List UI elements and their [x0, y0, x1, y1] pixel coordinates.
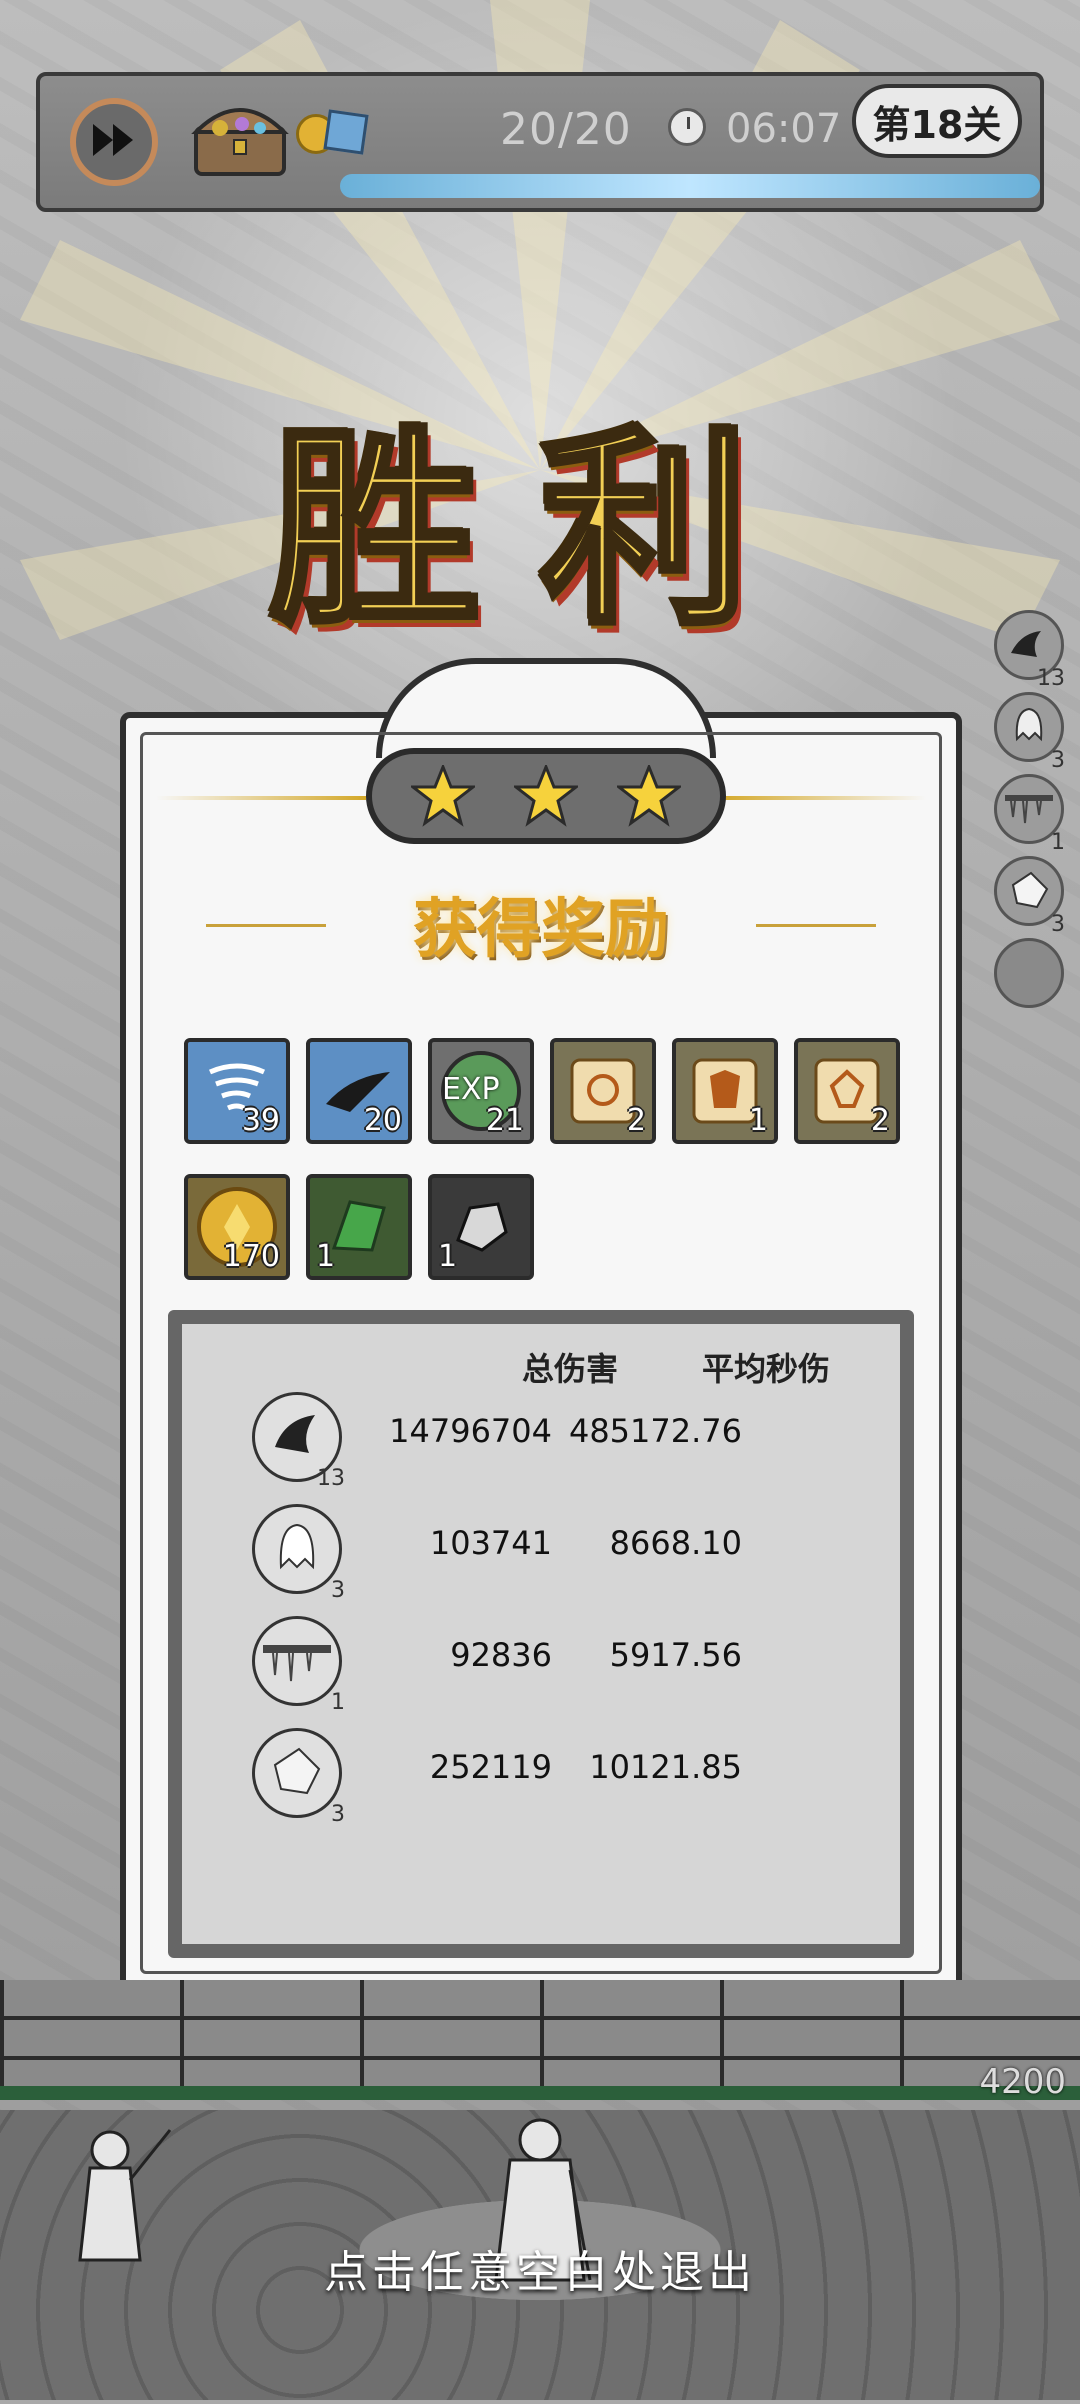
- exp-orb-icon[interactable]: EXP 21: [428, 1038, 534, 1144]
- total-damage: 14796704: [389, 1412, 552, 1450]
- wall-hp-value: 4200: [979, 2062, 1066, 2102]
- table-row: 1 92836 5917.56: [182, 1616, 902, 1716]
- average-dps: 10121.85: [589, 1748, 742, 1786]
- reward-count: 20: [363, 1103, 402, 1138]
- wave-progress-bar: [340, 174, 1040, 198]
- exp-label: EXP: [442, 1072, 500, 1107]
- average-dps: 5917.56: [609, 1636, 742, 1674]
- skill-count: 3: [1051, 912, 1065, 937]
- castle-wall: [0, 1980, 1080, 2100]
- ink-splash-skill-icon: 13: [252, 1392, 345, 1491]
- star-icon: [617, 765, 681, 827]
- skill-level: 1: [331, 1690, 345, 1715]
- total-damage: 92836: [450, 1636, 552, 1674]
- scroll-armor-icon[interactable]: 1: [672, 1038, 778, 1144]
- level-badge: 第18关: [852, 84, 1022, 158]
- skill-count: 1: [1051, 830, 1065, 855]
- total-damage: 103741: [429, 1524, 552, 1562]
- reward-count: 39: [241, 1103, 280, 1138]
- fast-forward-icon: [89, 120, 139, 164]
- ink-card-icon[interactable]: 20: [306, 1038, 412, 1144]
- damage-stats-table: 总伤害 平均秒伤 13 14796704 485172.76 3 103741 …: [168, 1310, 914, 1958]
- victory-title: 胜利: [267, 403, 810, 656]
- shield-skill-icon[interactable]: 3: [994, 856, 1065, 937]
- blue-gem-icon: [323, 109, 369, 155]
- star-icon: [514, 765, 578, 827]
- icicle-skill-icon: 1: [252, 1616, 345, 1715]
- reward-title: 获得奖励: [413, 892, 669, 967]
- clock-icon: [668, 108, 706, 146]
- wall-hp-bar: [0, 2086, 1080, 2100]
- tornado-card-icon[interactable]: 39: [184, 1038, 290, 1144]
- reward-count: 1: [316, 1239, 336, 1274]
- header-total-damage: 总伤害: [522, 1350, 619, 1388]
- reward-count: 1: [438, 1239, 458, 1274]
- wave-counter: 20/20: [500, 104, 632, 155]
- icicle-skill-icon[interactable]: 1: [994, 774, 1065, 855]
- silver-ore-icon[interactable]: 1: [428, 1174, 534, 1280]
- table-row: 3 103741 8668.10: [182, 1504, 902, 1604]
- star-icon: [411, 765, 475, 827]
- gold-coin-icon[interactable]: 170: [184, 1174, 290, 1280]
- skill-level: 3: [331, 1802, 345, 1827]
- reward-count: 21: [485, 1103, 524, 1138]
- total-damage: 252119: [429, 1748, 552, 1786]
- treasure-chest-icon[interactable]: [190, 94, 290, 184]
- battle-timer: 06:07: [726, 106, 842, 152]
- reward-count: 1: [748, 1103, 768, 1138]
- ghost-skill-icon: 3: [252, 1504, 345, 1603]
- header-average-dps: 平均秒伤: [702, 1350, 831, 1388]
- ghost-skill-icon[interactable]: 3: [994, 692, 1065, 773]
- scroll-necklace-icon[interactable]: 2: [550, 1038, 656, 1144]
- victory-result-panel: 获得奖励 39 20 EXP 21 2 1 2 170 1 1 总伤害 平均秒伤…: [120, 658, 962, 1994]
- reward-count: 2: [870, 1103, 890, 1138]
- table-row: 3 252119 10121.85: [182, 1728, 902, 1828]
- top-status-bar: 20/20 06:07 第18关: [36, 72, 1044, 212]
- star-rating: [366, 748, 726, 844]
- speed-toggle-button[interactable]: [70, 98, 158, 186]
- average-dps: 8668.10: [609, 1524, 742, 1562]
- reward-count: 170: [222, 1239, 280, 1274]
- skill-count: 13: [1037, 666, 1065, 691]
- skill-level: 3: [331, 1578, 345, 1603]
- side-skill-list: 13 3 1 3: [994, 610, 1074, 1020]
- tap-to-exit-hint[interactable]: 点击任意空白处退出: [0, 2236, 1080, 2300]
- table-row: 13 14796704 485172.76: [182, 1392, 902, 1492]
- ink-splash-skill-icon[interactable]: 13: [994, 610, 1065, 691]
- green-crystal-icon[interactable]: 1: [306, 1174, 412, 1280]
- skill-level: 13: [317, 1466, 345, 1491]
- shield-skill-icon: 3: [252, 1728, 345, 1827]
- scroll-gem-icon[interactable]: 2: [794, 1038, 900, 1144]
- average-dps: 485172.76: [568, 1412, 742, 1450]
- empty-slot-icon[interactable]: [994, 938, 1064, 1008]
- reward-count: 2: [626, 1103, 646, 1138]
- skill-count: 3: [1051, 748, 1065, 773]
